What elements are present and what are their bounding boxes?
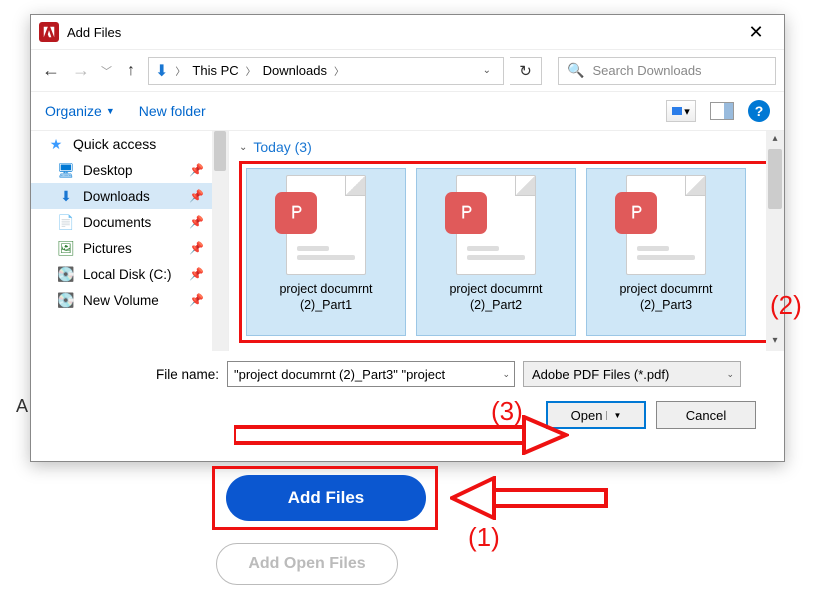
history-dropdown-icon[interactable]: ﹀	[101, 63, 112, 79]
sidebar-item-local-disk[interactable]: 💽 Local Disk (C:)📌	[31, 261, 228, 287]
help-button[interactable]: ?	[748, 100, 770, 122]
file-type-select[interactable]: Adobe PDF Files (*.pdf) ⌄	[523, 361, 741, 387]
file-label: project documrnt(2)_Part2	[449, 281, 542, 314]
pdf-badge-icon	[275, 192, 317, 234]
chevron-right-icon[interactable]: 〉	[172, 63, 188, 78]
chevron-down-icon[interactable]: ⌄	[502, 369, 510, 380]
scroll-up-icon[interactable]: ▴	[768, 133, 782, 147]
file-tile-part3[interactable]: project documrnt(2)_Part3	[586, 168, 746, 336]
sidebar-item-quick-access[interactable]: ★ Quick access	[31, 131, 228, 157]
sidebar-scrollbar[interactable]	[212, 131, 228, 351]
background-text: A	[16, 396, 28, 417]
organize-button[interactable]: Organize▼	[45, 103, 115, 119]
chevron-down-icon: ▼	[106, 106, 115, 116]
star-icon: ★	[47, 136, 65, 153]
chevron-right-icon[interactable]: 〉	[331, 63, 347, 78]
pin-icon: 📌	[189, 189, 204, 203]
close-button[interactable]: ✕	[736, 17, 776, 47]
open-button[interactable]: Open▼	[546, 401, 646, 429]
pin-icon: 📌	[189, 215, 204, 229]
refresh-button[interactable]: ↻	[510, 57, 542, 85]
file-label: project documrnt(2)_Part3	[619, 281, 712, 314]
pin-icon: 📌	[189, 163, 204, 177]
annotation-label-1: (1)	[468, 522, 500, 553]
annotation-box-2: project documrnt(2)_Part1 project documr…	[239, 161, 774, 343]
pdf-thumbnail	[626, 175, 706, 275]
annotation-arrow-left	[450, 476, 610, 520]
titlebar: Add Files ✕	[31, 15, 784, 49]
sidebar-item-documents[interactable]: 📄 Documents📌	[31, 209, 228, 235]
pdf-badge-icon	[445, 192, 487, 234]
path-segment-pc[interactable]: This PC	[192, 63, 238, 78]
preview-pane-button[interactable]	[710, 102, 734, 120]
pin-icon: 📌	[189, 267, 204, 281]
scroll-down-icon[interactable]: ▾	[768, 335, 782, 349]
back-button[interactable]: ←	[39, 59, 63, 83]
pictures-icon: 🖼	[57, 240, 75, 257]
address-bar[interactable]: ⬇ 〉 This PC 〉 Downloads 〉 ⌄	[148, 57, 504, 85]
filename-input[interactable]: "project documrnt (2)_Part3" "project ⌄	[227, 361, 515, 387]
pin-icon: 📌	[189, 241, 204, 255]
chevron-down-icon[interactable]: ▼	[606, 411, 621, 420]
chevron-down-icon: ⌄	[239, 142, 247, 153]
path-dropdown-icon[interactable]: ⌄	[483, 65, 497, 76]
new-folder-button[interactable]: New folder	[139, 103, 206, 119]
file-label: project documrnt(2)_Part1	[279, 281, 372, 314]
disk-icon: 💽	[57, 266, 75, 283]
cancel-button[interactable]: Cancel	[656, 401, 756, 429]
up-button[interactable]: ↑	[120, 60, 142, 82]
add-open-files-button[interactable]: Add Open Files	[216, 543, 398, 585]
nav-toolbar: ← → ﹀ ↑ ⬇ 〉 This PC 〉 Downloads 〉 ⌄ ↻ 🔍 …	[31, 49, 784, 91]
documents-icon: 📄	[57, 214, 75, 231]
sidebar-item-downloads[interactable]: ⬇ Downloads📌	[31, 183, 228, 209]
pdf-thumbnail	[286, 175, 366, 275]
file-tile-part1[interactable]: project documrnt(2)_Part1	[246, 168, 406, 336]
pin-icon: 📌	[189, 293, 204, 307]
dialog-title: Add Files	[67, 25, 736, 40]
filename-label: File name:	[147, 367, 219, 382]
chevron-down-icon: ⌄	[726, 369, 734, 380]
sidebar-item-desktop[interactable]: 🖥 Desktop📌	[31, 157, 228, 183]
file-dialog: Add Files ✕ ← → ﹀ ↑ ⬇ 〉 This PC 〉 Downlo…	[30, 14, 785, 462]
pdf-thumbnail	[456, 175, 536, 275]
sidebar-item-pictures[interactable]: 🖼 Pictures📌	[31, 235, 228, 261]
view-mode-button[interactable]: ▾	[666, 100, 696, 122]
sidebar-nav: ★ Quick access 🖥 Desktop📌 ⬇ Downloads📌 📄…	[31, 131, 229, 351]
dialog-footer: File name: "project documrnt (2)_Part3" …	[31, 351, 784, 439]
disk-icon: 💽	[57, 292, 75, 309]
desktop-icon: 🖥	[57, 162, 75, 179]
chevron-right-icon[interactable]: 〉	[243, 63, 259, 78]
pdf-badge-icon	[615, 192, 657, 234]
search-placeholder: Search Downloads	[592, 63, 701, 78]
file-list-area: ⌄ Today (3) project documrnt(2)_Part1	[229, 131, 784, 351]
search-input[interactable]: 🔍 Search Downloads	[558, 57, 776, 85]
search-icon: 🔍	[567, 62, 584, 79]
path-segment-downloads[interactable]: Downloads	[263, 63, 327, 78]
download-icon: ⬇	[57, 188, 75, 205]
forward-button[interactable]: →	[69, 59, 93, 83]
content-scrollbar[interactable]: ▴ ▾	[766, 131, 784, 351]
adobe-icon	[39, 22, 59, 42]
sidebar-item-new-volume[interactable]: 💽 New Volume📌	[31, 287, 228, 313]
group-header-today[interactable]: ⌄ Today (3)	[239, 139, 774, 155]
add-files-button[interactable]: Add Files	[226, 475, 426, 521]
command-toolbar: Organize▼ New folder ▾ ?	[31, 91, 784, 131]
file-tile-part2[interactable]: project documrnt(2)_Part2	[416, 168, 576, 336]
download-arrow-icon: ⬇	[155, 61, 168, 81]
